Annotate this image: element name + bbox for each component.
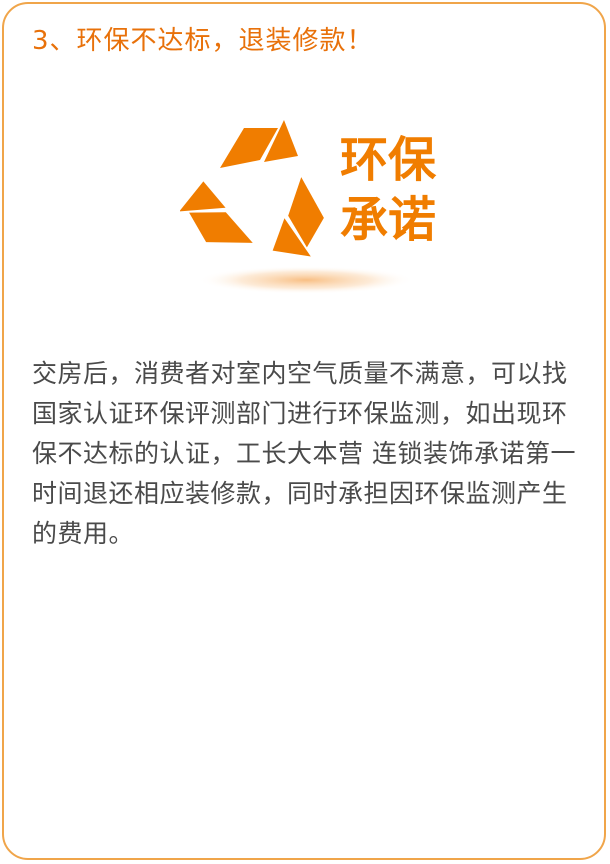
card-heading: 3、环保不达标，退装修款！ [32,26,374,56]
promise-description: 交房后，消费者对室内空气质量不满意，可以找国家认证环保评测部门进行环保监测，如出… [32,359,576,548]
emblem-text-line2: 承诺 [340,192,436,248]
emblem-shadow [198,266,414,294]
info-card: 3、环保不达标，退装修款！ 环保 承诺 交房后，消费者对室内空气质量不满意，可以… [2,2,606,860]
emblem-text-line1: 环保 [340,132,437,188]
eco-promise-emblem: 环保 承诺 [180,116,460,306]
recycle-icon [180,120,324,257]
